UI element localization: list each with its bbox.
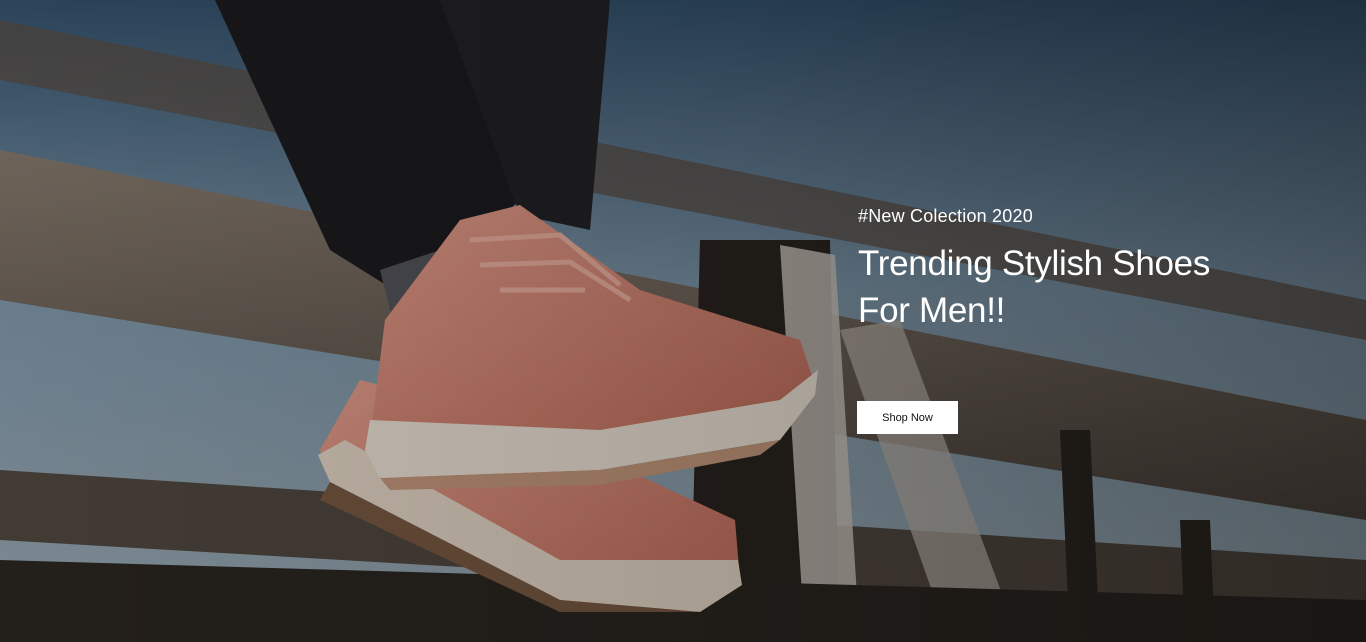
hero-headline-line-1: Trending Stylish Shoes: [858, 244, 1211, 283]
hero-headline: Trending Stylish Shoes For Men!!: [858, 240, 1278, 334]
shop-now-button[interactable]: Shop Now: [857, 401, 958, 434]
hero-text-block: #New Colection 2020 Trending Stylish Sho…: [858, 204, 1278, 334]
hero-banner: #New Colection 2020 Trending Stylish Sho…: [0, 0, 1366, 642]
hero-headline-line-2: For Men!!: [858, 291, 1006, 330]
collection-tag: #New Colection 2020: [858, 206, 1033, 226]
